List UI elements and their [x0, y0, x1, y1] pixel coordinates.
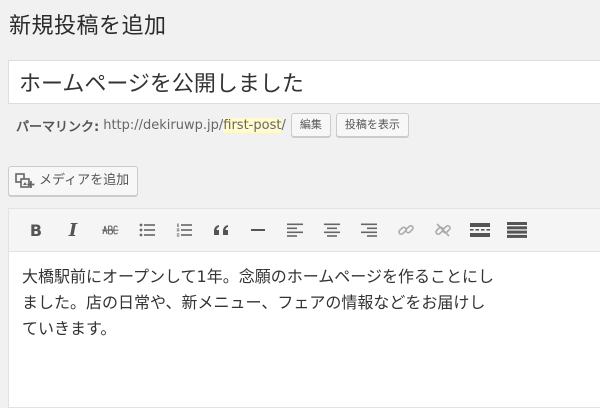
align-right-button[interactable]: [355, 216, 383, 244]
edit-permalink-button[interactable]: 編集: [290, 113, 331, 137]
align-center-button[interactable]: [318, 216, 346, 244]
page-title: 新規投稿を追加: [9, 14, 167, 39]
permalink-row: パーマリンク: http://dekiruwp.jp/first-post / 編…: [16, 110, 409, 140]
unlink-icon: [434, 221, 452, 239]
align-center-icon: [324, 223, 340, 237]
editor-toolbar: B I: [9, 209, 600, 252]
insert-link-button[interactable]: [392, 216, 420, 244]
align-left-button[interactable]: [281, 216, 309, 244]
horizontal-line-icon: [250, 228, 266, 232]
italic-button[interactable]: I: [59, 216, 87, 244]
strikethrough-icon: [101, 223, 119, 237]
add-media-button[interactable]: メディアを追加: [8, 166, 139, 196]
read-more-button[interactable]: [466, 216, 494, 244]
read-more-icon: [470, 223, 490, 237]
toolbar-toggle-icon: [507, 222, 527, 238]
bulleted-list-icon: [139, 223, 155, 237]
post-title-input[interactable]: [8, 60, 600, 104]
view-post-button[interactable]: 投稿を表示: [335, 113, 409, 137]
bulleted-list-button[interactable]: [133, 216, 161, 244]
bold-button[interactable]: B: [22, 216, 50, 244]
editor: B I 大橋駅前にオープンして1年。念願のホームページを作ることにし ました。店…: [8, 208, 600, 408]
permalink-trailing-slash: /: [281, 117, 286, 133]
remove-link-button[interactable]: [429, 216, 457, 244]
permalink-label: パーマリンク:: [16, 119, 100, 135]
permalink-base-url: http://dekiruwp.jp/: [103, 117, 224, 133]
numbered-list-icon: [176, 223, 192, 237]
toolbar-toggle-button[interactable]: [503, 216, 531, 244]
permalink-slug[interactable]: first-post: [223, 117, 282, 133]
blockquote-button[interactable]: [207, 216, 235, 244]
align-left-icon: [287, 223, 303, 237]
blockquote-icon: [212, 223, 230, 237]
horizontal-line-button[interactable]: [244, 216, 272, 244]
add-media-icon: [15, 172, 35, 190]
editor-content[interactable]: 大橋駅前にオープンして1年。念願のホームページを作ることにし ました。店の日常や…: [9, 252, 600, 342]
numbered-list-button[interactable]: [170, 216, 198, 244]
strikethrough-button[interactable]: [96, 216, 124, 244]
align-right-icon: [361, 223, 377, 237]
add-media-label: メディアを追加: [39, 173, 130, 188]
link-icon: [397, 221, 415, 239]
italic-icon: I: [68, 219, 78, 241]
bold-icon: B: [29, 220, 43, 240]
